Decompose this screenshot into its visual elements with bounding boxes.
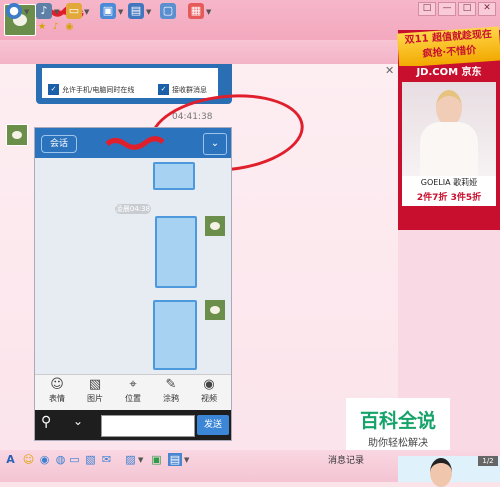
message-record-button[interactable]: 消息记录: [328, 453, 364, 466]
doodle-action: ✎ 涂鸦: [153, 377, 189, 404]
voice-message-icon[interactable]: ◍: [54, 453, 67, 466]
more-tools-icon[interactable]: ▤: [168, 453, 182, 466]
emoji-icon: ☺: [50, 377, 64, 392]
preview-page-count: 1/2: [478, 456, 498, 466]
folder-icon[interactable]: ▭: [66, 3, 82, 19]
checkbox-label: 接收群消息: [172, 86, 207, 94]
checkbox-label: 允许手机/电脑同时在线: [62, 86, 135, 94]
phone-input-bar: ⚲ ⌄ 发送: [35, 410, 231, 440]
emoji-icon[interactable]: ☺: [22, 453, 35, 466]
screenshot-icon[interactable]: ▭: [68, 453, 81, 466]
video-action: ◉ 视频: [191, 377, 227, 404]
ad-banner[interactable]: 双11 超值就趁现在 疯抢·不惜价 JD.COM 京东 GOELIA 歌莉娅 2…: [396, 26, 500, 230]
screen-share-icon[interactable]: ▤: [128, 3, 144, 19]
maximize-button[interactable]: □: [458, 2, 476, 16]
status-icons: ★ ♪ ◉: [38, 22, 76, 32]
emoji-action: ☺ 表情: [39, 377, 75, 404]
minimize-button[interactable]: —: [438, 2, 456, 16]
gift-icon[interactable]: ✉: [100, 453, 113, 466]
app-grid-icon[interactable]: ▦: [188, 3, 204, 19]
location-action: ⌖ 位置: [115, 377, 151, 404]
action-label: 位置: [125, 394, 141, 403]
location-icon: ⌖: [129, 377, 137, 392]
phone-back-button: 会话: [41, 135, 77, 153]
chevron-down-icon[interactable]: ▼: [118, 8, 123, 16]
phone-text-field: [101, 415, 195, 437]
checkbox-checked-icon: ✓: [48, 84, 59, 95]
image-icon: ▧: [88, 377, 102, 392]
mic-icon: ⚲: [41, 414, 52, 430]
chevron-down-icon[interactable]: ▼: [184, 456, 189, 464]
mic-icon[interactable]: ♪: [36, 3, 52, 19]
chevron-down-icon[interactable]: ▼: [206, 8, 211, 16]
chevron-down-icon: ⌄: [203, 133, 227, 155]
image-thumbnail: [153, 162, 195, 190]
chevron-down-icon[interactable]: ▼: [54, 8, 59, 16]
chevron-down-icon[interactable]: ▼: [24, 8, 29, 16]
phone-screenshot-image[interactable]: 会话 ⌄ 凌晨04:38 ☺ 表情 ▧ 图片 ⌖ 位置 ✎ 涂鸦 ◉ 视频 ⚲ ⌄ 发送: [34, 127, 232, 441]
monitor-icon[interactable]: ▢: [160, 3, 176, 19]
checkbox-checked-icon: ✓: [158, 84, 169, 95]
image-thumbnail: [155, 216, 197, 288]
skin-button[interactable]: □: [418, 2, 436, 16]
music-icon[interactable]: ▣: [150, 453, 163, 466]
chevron-down-icon[interactable]: ▼: [138, 456, 143, 464]
close-icon[interactable]: ✕: [385, 64, 394, 77]
webcam-icon[interactable]: ●: [6, 3, 22, 19]
remote-icon[interactable]: ▣: [100, 3, 116, 19]
ad-store-name: JD.COM 京东: [398, 66, 500, 80]
phone-action-bar: ☺ 表情 ▧ 图片 ⌖ 位置 ✎ 涂鸦 ◉ 视频: [35, 374, 231, 411]
redacted-name-scribble: [105, 136, 165, 150]
image-icon[interactable]: ▧: [84, 453, 97, 466]
picture-icon[interactable]: ▨: [124, 453, 137, 466]
watermark: 百科全说 助你轻松解决: [346, 398, 450, 456]
ad-model-image: [402, 82, 496, 176]
chevron-down-icon[interactable]: ▼: [84, 8, 89, 16]
phone-avatar: [205, 300, 225, 320]
image-action: ▧ 图片: [77, 377, 113, 404]
ad-brand: GOELIA 歌莉娅: [402, 176, 496, 190]
phone-avatar: [205, 216, 225, 236]
sender-avatar[interactable]: [6, 124, 28, 146]
chevron-down-icon: ⌄: [73, 414, 84, 428]
shake-icon[interactable]: ◉: [38, 453, 51, 466]
doodle-icon: ✎: [165, 377, 177, 392]
video-icon: ◉: [203, 377, 215, 392]
phone-send-button: 发送: [197, 415, 229, 435]
image-thumbnail: [153, 300, 197, 370]
chevron-down-icon[interactable]: ▼: [146, 8, 151, 16]
phone-time-pill: 凌晨04:38: [115, 204, 151, 214]
watermark-title: 百科全说: [359, 410, 436, 432]
action-label: 图片: [87, 394, 103, 403]
close-button[interactable]: ✕: [478, 2, 496, 16]
action-label: 视频: [201, 394, 217, 403]
action-label: 表情: [49, 394, 65, 403]
watermark-subtitle: 助你轻松解决: [368, 438, 428, 449]
ad-headline: 双11 超值就趁现在 疯抢·不惜价: [396, 26, 500, 68]
font-icon[interactable]: A: [4, 453, 17, 466]
ad-offer: 2件7折 3件5折: [402, 190, 496, 206]
action-label: 涂鸦: [163, 394, 179, 403]
